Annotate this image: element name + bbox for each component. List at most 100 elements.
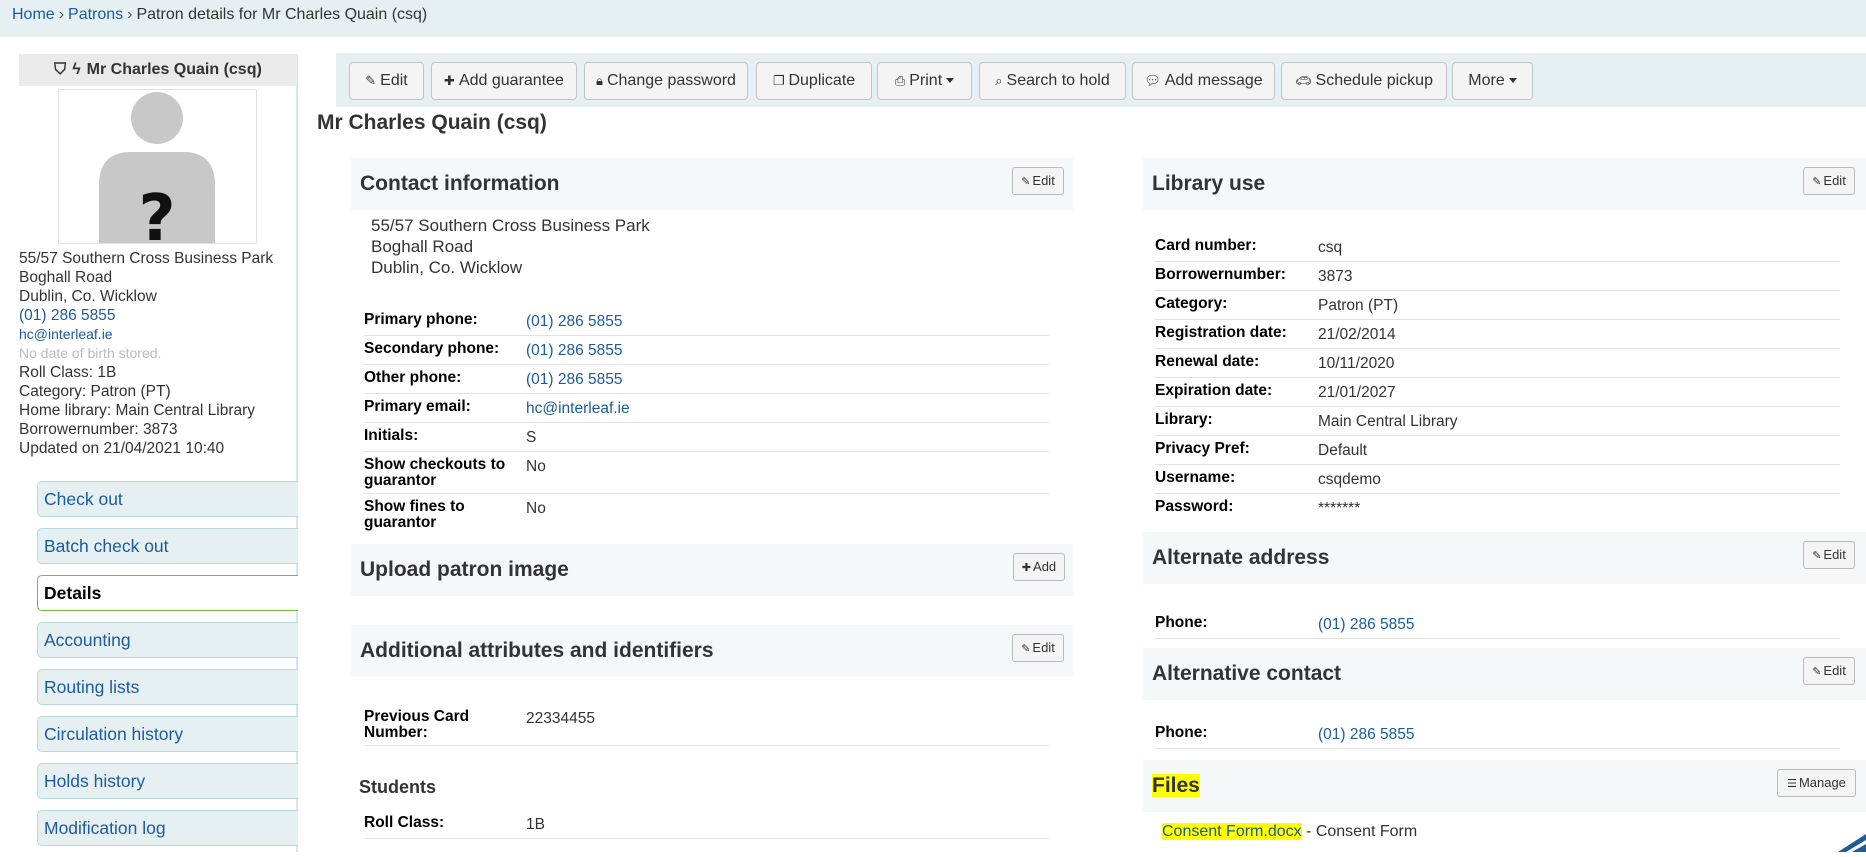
borrowernumber: Borrowernumber: 3873 bbox=[19, 421, 178, 438]
patron-nav: Check out Batch check out Details Accoun… bbox=[37, 481, 298, 857]
breadcrumb: Home › Patrons › Patron details for Mr Charl… bbox=[0, 0, 1866, 37]
library-row: Renewal date: 10/11/2020 bbox=[1155, 349, 1840, 378]
contact-row: Secondary phone: (01) 286 5855 bbox=[364, 336, 1049, 365]
alternative-contact-rows: Phone: (01) 286 5855 bbox=[1155, 720, 1840, 749]
row-value: Default bbox=[1318, 442, 1368, 459]
secondary-phone-link[interactable]: (01) 286 5855 bbox=[526, 342, 623, 360]
primary-phone-link[interactable]: (01) 286 5855 bbox=[526, 313, 623, 331]
nav-routing-lists[interactable]: Routing lists bbox=[37, 669, 298, 705]
patron-header: ⛉ ϟ Mr Charles Quain (csq) bbox=[19, 54, 297, 86]
row-label: Other phone: bbox=[364, 369, 462, 386]
row-value: csqdemo bbox=[1318, 471, 1381, 488]
contact-row: Primary phone: (01) 286 5855 bbox=[364, 307, 1049, 336]
row-label: Show checkouts to guarantor bbox=[364, 456, 506, 489]
contact-rows: Primary phone: (01) 286 5855 Secondary p… bbox=[364, 307, 1049, 536]
sidebar: ⛉ ϟ Mr Charles Quain (csq) ? 55/57 Souther… bbox=[0, 37, 298, 852]
plus-icon: ✚ bbox=[444, 73, 455, 88]
alternate-address-edit-button[interactable]: ✎ Edit bbox=[1803, 541, 1855, 569]
breadcrumb-patrons[interactable]: Patrons bbox=[68, 6, 123, 23]
alternate-phone-link[interactable]: (01) 286 5855 bbox=[1318, 616, 1415, 634]
row-label: Primary phone: bbox=[364, 311, 478, 328]
contact-row: Primary email: hc@interleaf.ie bbox=[364, 394, 1049, 423]
pencil-icon: ✎ bbox=[365, 73, 377, 88]
more-dropdown-button[interactable]: More bbox=[1452, 62, 1533, 100]
library-use-rows: Card number: csq Borrowernumber: 3873 Cate… bbox=[1155, 233, 1840, 523]
corner-badge-icon bbox=[1838, 834, 1866, 852]
library-use-edit-button[interactable]: ✎ Edit bbox=[1803, 167, 1855, 195]
nav-check-out[interactable]: Check out bbox=[37, 481, 298, 517]
upload-image-heading: Upload patron image bbox=[360, 558, 569, 581]
schedule-pickup-button[interactable]: 🚗︎ Schedule pickup bbox=[1281, 62, 1447, 100]
row-value: 21/02/2014 bbox=[1318, 326, 1396, 343]
patron-photo[interactable]: ? bbox=[58, 89, 257, 244]
attributes-rows: Previous Card Number: 22334455 bbox=[364, 704, 1049, 746]
copy-icon: ❐ bbox=[772, 73, 785, 88]
library-row: Privacy Pref: Default bbox=[1155, 436, 1840, 465]
patron-summary: 55/57 Southern Cross Business Park Bogha… bbox=[19, 249, 297, 458]
avatar-placeholder-icon: ? bbox=[99, 92, 215, 243]
row-value: Patron (PT) bbox=[1318, 297, 1399, 314]
alternative-contact-heading: Alternative contact bbox=[1152, 662, 1342, 685]
students-heading: Students bbox=[359, 777, 437, 797]
row-value: 21/01/2027 bbox=[1318, 384, 1396, 401]
breadcrumb-home[interactable]: Home bbox=[12, 6, 55, 23]
row-label: Username: bbox=[1155, 469, 1236, 486]
nav-batch-check-out[interactable]: Batch check out bbox=[37, 528, 298, 564]
attributes-edit-button[interactable]: ✎ Edit bbox=[1012, 634, 1064, 662]
library-use-heading: Library use bbox=[1152, 172, 1266, 195]
breadcrumb-separator: › bbox=[58, 6, 65, 23]
search-to-hold-button[interactable]: ⌕ Search to hold bbox=[979, 62, 1126, 100]
other-phone-link[interactable]: (01) 286 5855 bbox=[526, 371, 623, 389]
primary-email-link[interactable]: hc@interleaf.ie bbox=[526, 400, 630, 418]
comment-icon: 💬︎ bbox=[1144, 73, 1161, 88]
car-icon: 🚗︎ bbox=[1295, 73, 1312, 88]
contact-row: Show fines to guarantor No bbox=[364, 494, 1049, 536]
row-label: Borrowernumber: bbox=[1155, 266, 1286, 283]
shield-icon: ⛉ bbox=[54, 61, 67, 78]
breadcrumb-separator: › bbox=[127, 6, 133, 23]
alternative-contact-header: Alternative contact ✎ Edit bbox=[1143, 648, 1866, 700]
row-value: ******* bbox=[1318, 500, 1361, 517]
library-row: Username: csqdemo bbox=[1155, 465, 1840, 494]
row-label: Phone: bbox=[1155, 724, 1208, 741]
row-label: Password: bbox=[1155, 498, 1234, 515]
alternative-phone-link[interactable]: (01) 286 5855 bbox=[1318, 726, 1415, 744]
contact-row: Other phone: (01) 286 5855 bbox=[364, 365, 1049, 394]
add-message-button[interactable]: 💬︎ Add message bbox=[1132, 62, 1275, 100]
pencil-icon: ✎ bbox=[1021, 176, 1031, 188]
edit-button[interactable]: ✎ Edit bbox=[349, 62, 424, 100]
address-line: Boghall Road bbox=[19, 269, 113, 286]
files-heading: Files bbox=[1152, 774, 1200, 797]
caret-down-icon bbox=[1508, 78, 1517, 84]
row-label: Primary email: bbox=[364, 398, 471, 415]
email-link[interactable]: hc@interleaf.ie bbox=[19, 325, 297, 344]
print-dropdown-button[interactable]: ⎙ Print bbox=[877, 62, 972, 100]
phone-link[interactable]: (01) 286 5855 bbox=[19, 306, 297, 325]
row-value: 22334455 bbox=[526, 710, 595, 727]
contact-info-heading: Contact information bbox=[360, 172, 560, 195]
add-guarantee-button[interactable]: ✚ Add guarantee bbox=[431, 62, 577, 100]
nav-holds-history[interactable]: Holds history bbox=[37, 763, 298, 799]
contact-edit-button[interactable]: ✎ Edit bbox=[1012, 167, 1064, 195]
file-link[interactable]: Consent Form.docx bbox=[1162, 823, 1302, 840]
change-password-button[interactable]: 🔒︎ Change password bbox=[584, 62, 748, 100]
nav-modification-log[interactable]: Modification log bbox=[37, 810, 298, 846]
nav-details[interactable]: Details bbox=[37, 575, 298, 611]
file-description: - Consent Form bbox=[1301, 823, 1418, 840]
search-icon: ⌕ bbox=[995, 73, 1003, 88]
nav-accounting[interactable]: Accounting bbox=[37, 622, 298, 658]
duplicate-button[interactable]: ❐ Duplicate bbox=[756, 62, 872, 100]
add-image-button[interactable]: ✚ Add bbox=[1013, 553, 1065, 581]
pencil-icon: ✎ bbox=[1812, 550, 1822, 562]
address-line: Dublin, Co. Wicklow bbox=[19, 288, 157, 305]
students-rows: Roll Class: 1B bbox=[364, 810, 1049, 839]
manage-files-button[interactable]: ☰ Manage bbox=[1777, 769, 1856, 797]
row-label: Initials: bbox=[364, 427, 419, 444]
row-label: Privacy Pref: bbox=[1155, 440, 1250, 457]
bolt-icon: ϟ bbox=[72, 61, 81, 78]
alternative-contact-edit-button[interactable]: ✎ Edit bbox=[1803, 657, 1855, 685]
nav-circulation-history[interactable]: Circulation history bbox=[37, 716, 298, 752]
row-label: Registration date: bbox=[1155, 324, 1287, 341]
library-row: Category: Patron (PT) bbox=[1155, 291, 1840, 320]
attribute-row: Previous Card Number: 22334455 bbox=[364, 704, 1049, 746]
